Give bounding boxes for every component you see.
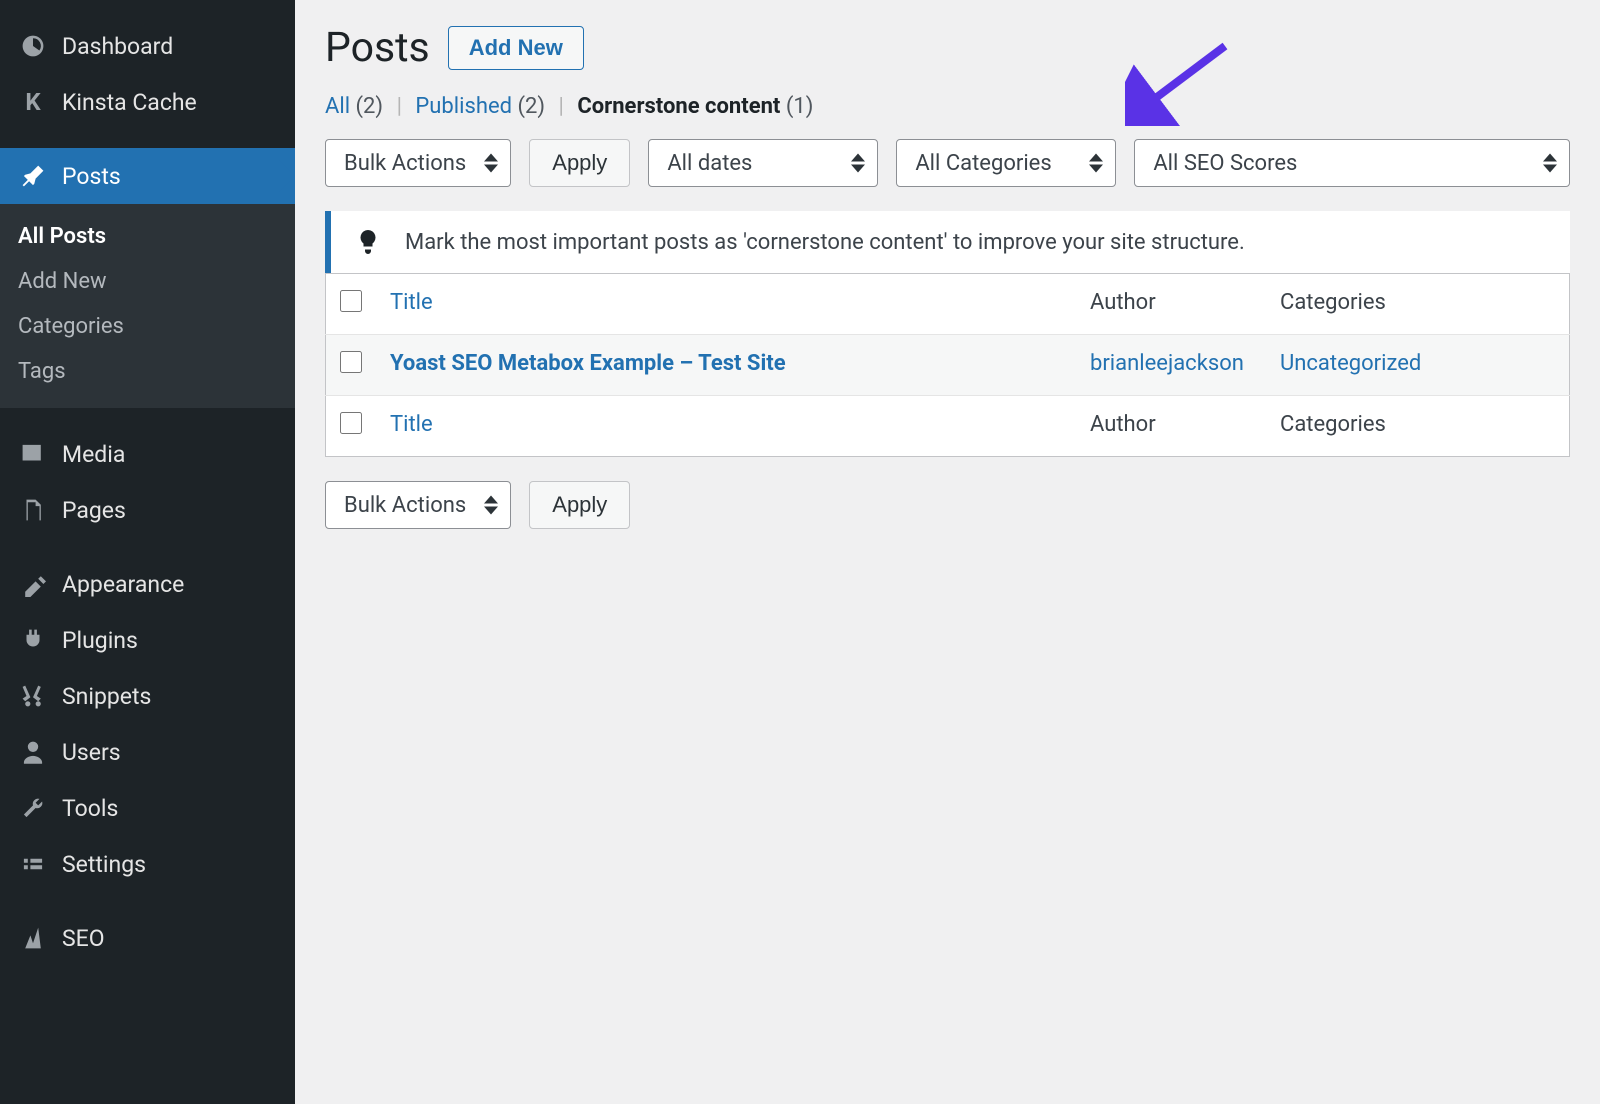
select-arrows-icon (1543, 154, 1557, 173)
column-author: Author (1090, 290, 1156, 315)
bulk-actions-select[interactable]: Bulk Actions (325, 139, 511, 187)
seo-scores-value: All SEO Scores (1153, 151, 1297, 176)
submenu-categories[interactable]: Categories (0, 304, 295, 349)
pin-icon (18, 161, 48, 191)
sidebar-item-plugins[interactable]: Plugins (0, 612, 295, 668)
kinsta-icon: K (18, 87, 48, 117)
apply-button-bottom[interactable]: Apply (529, 481, 630, 529)
sidebar-item-snippets[interactable]: Snippets (0, 668, 295, 724)
sidebar-item-posts[interactable]: Posts (0, 148, 295, 204)
table-header-row: Title Author Categories (326, 274, 1570, 335)
post-author-link[interactable]: brianleejackson (1090, 351, 1244, 376)
users-icon (18, 737, 48, 767)
categories-select[interactable]: All Categories (896, 139, 1116, 187)
sidebar-item-dashboard[interactable]: Dashboard (0, 18, 295, 74)
dates-select[interactable]: All dates (648, 139, 878, 187)
page-title: Posts (325, 24, 430, 72)
apply-button[interactable]: Apply (529, 139, 630, 187)
sidebar-item-settings[interactable]: Settings (0, 836, 295, 892)
post-title-link[interactable]: Yoast SEO Metabox Example – Test Site (390, 351, 786, 376)
add-new-button[interactable]: Add New (448, 26, 584, 70)
bulk-actions-value: Bulk Actions (344, 151, 466, 176)
filter-published[interactable]: Published (415, 94, 512, 119)
submenu-all-posts[interactable]: All Posts (0, 214, 295, 259)
sidebar-label: Users (62, 739, 121, 766)
filter-cornerstone[interactable]: Cornerstone content (577, 94, 780, 119)
sidebar-label: Settings (62, 851, 146, 878)
settings-icon (18, 849, 48, 879)
sidebar-label: Dashboard (62, 33, 173, 60)
appearance-icon (18, 569, 48, 599)
bulk-actions-value-bottom: Bulk Actions (344, 493, 466, 518)
media-icon (18, 439, 48, 469)
table-row: Yoast SEO Metabox Example – Test Site br… (326, 335, 1570, 396)
categories-value: All Categories (915, 151, 1051, 176)
bulk-actions-select-bottom[interactable]: Bulk Actions (325, 481, 511, 529)
submenu-add-new[interactable]: Add New (0, 259, 295, 304)
lightbulb-icon (353, 227, 383, 257)
posts-submenu: All Posts Add New Categories Tags (0, 204, 295, 408)
main-content: Posts Add New All (2) | Published (2) | … (295, 0, 1600, 1104)
filter-cornerstone-count: (1) (786, 94, 814, 119)
sidebar-label: Media (62, 441, 125, 468)
seo-scores-select[interactable]: All SEO Scores (1134, 139, 1570, 187)
column-title-footer[interactable]: Title (390, 412, 433, 437)
select-arrows-icon (851, 154, 865, 173)
column-author-footer: Author (1090, 412, 1156, 437)
sidebar-label: Snippets (62, 683, 151, 710)
sidebar-item-users[interactable]: Users (0, 724, 295, 780)
cornerstone-notice: Mark the most important posts as 'corner… (325, 211, 1570, 273)
sidebar-label: Plugins (62, 627, 138, 654)
seo-icon (18, 923, 48, 953)
sidebar-item-kinsta-cache[interactable]: K Kinsta Cache (0, 74, 295, 130)
select-all-checkbox[interactable] (340, 290, 362, 312)
posts-table: Title Author Categories Yoast SEO Metabo… (325, 273, 1570, 457)
sidebar-item-media[interactable]: Media (0, 426, 295, 482)
filter-published-count: (2) (517, 94, 545, 119)
sidebar-item-appearance[interactable]: Appearance (0, 556, 295, 612)
filter-all[interactable]: All (325, 94, 350, 119)
post-status-filters: All (2) | Published (2) | Cornerstone co… (325, 94, 1570, 119)
sidebar-label: Kinsta Cache (62, 89, 197, 116)
post-category-link[interactable]: Uncategorized (1280, 351, 1421, 376)
submenu-tags[interactable]: Tags (0, 349, 295, 394)
tools-icon (18, 793, 48, 823)
sidebar-label: Pages (62, 497, 126, 524)
snippets-icon (18, 681, 48, 711)
select-arrows-icon (484, 154, 498, 173)
row-checkbox[interactable] (340, 351, 362, 373)
select-arrows-icon (1089, 154, 1103, 173)
sidebar-label: Posts (62, 163, 121, 190)
dates-value: All dates (667, 151, 752, 176)
select-arrows-icon (484, 496, 498, 515)
pages-icon (18, 495, 48, 525)
column-title[interactable]: Title (390, 290, 433, 315)
select-all-footer-checkbox[interactable] (340, 412, 362, 434)
sidebar-item-pages[interactable]: Pages (0, 482, 295, 538)
filter-all-count: (2) (356, 94, 384, 119)
column-categories-footer: Categories (1280, 412, 1386, 437)
column-categories: Categories (1280, 290, 1386, 315)
notice-text: Mark the most important posts as 'corner… (405, 230, 1245, 255)
sidebar-label: Tools (62, 795, 118, 822)
admin-sidebar: Dashboard K Kinsta Cache Posts All Posts… (0, 0, 295, 1104)
sidebar-label: SEO (62, 925, 105, 952)
sidebar-item-tools[interactable]: Tools (0, 780, 295, 836)
sidebar-item-seo[interactable]: SEO (0, 910, 295, 966)
dashboard-icon (18, 31, 48, 61)
table-footer-row: Title Author Categories (326, 396, 1570, 457)
sidebar-label: Appearance (62, 571, 184, 598)
plugins-icon (18, 625, 48, 655)
